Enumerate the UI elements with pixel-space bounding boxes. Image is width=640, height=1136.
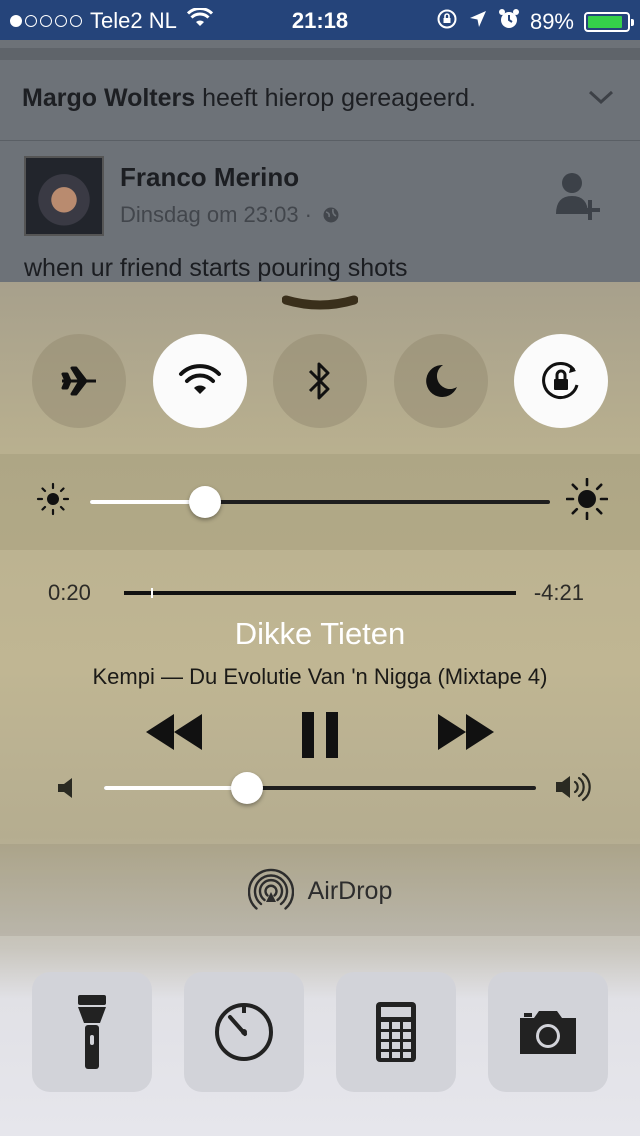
reaction-notice: Margo Wolters heeft hierop gereageerd. bbox=[22, 84, 476, 113]
rotation-lock-icon bbox=[542, 362, 579, 399]
song-title: Dikke Tieten bbox=[234, 616, 406, 651]
calculator-button[interactable] bbox=[336, 972, 456, 1092]
airdrop-icon bbox=[247, 868, 294, 910]
battery-percent: 89% bbox=[529, 9, 574, 34]
volume-high-icon bbox=[554, 772, 592, 807]
flashlight-button[interactable] bbox=[32, 972, 152, 1092]
brightness-knob[interactable] bbox=[189, 486, 221, 518]
battery-icon bbox=[584, 12, 634, 32]
airdrop-button[interactable]: AirDrop bbox=[0, 868, 640, 914]
quick-toggles bbox=[32, 334, 608, 428]
pause-icon bbox=[302, 712, 338, 758]
volume-knob[interactable] bbox=[230, 772, 263, 804]
globe-icon bbox=[323, 207, 339, 223]
artist-album: Kempi — Du Evolutie Van 'n Nigga (Mixtap… bbox=[92, 664, 548, 689]
bluetooth-toggle[interactable] bbox=[273, 334, 367, 428]
post-author: Franco Merino bbox=[120, 162, 300, 192]
calculator-icon bbox=[376, 1002, 416, 1062]
brightness-high-icon bbox=[565, 477, 609, 525]
notice-text: heeft hierop gereageerd. bbox=[202, 84, 476, 112]
add-friend-icon bbox=[554, 170, 602, 227]
alarm-icon bbox=[498, 8, 520, 36]
dismiss-grabber[interactable] bbox=[281, 294, 359, 319]
notice-name: Margo Wolters bbox=[22, 84, 196, 112]
rotation-lock-status-icon bbox=[436, 8, 458, 36]
timer-icon bbox=[215, 1003, 273, 1061]
volume-fill bbox=[104, 786, 247, 790]
do-not-disturb-toggle[interactable] bbox=[393, 334, 488, 428]
rotation-lock-toggle[interactable] bbox=[514, 334, 608, 428]
avatar bbox=[24, 156, 104, 236]
moon-icon bbox=[425, 364, 457, 397]
battery-fill bbox=[588, 16, 622, 28]
volume-slider[interactable] bbox=[104, 772, 536, 804]
pause-button[interactable] bbox=[300, 712, 340, 763]
fast-forward-button[interactable] bbox=[438, 712, 494, 757]
bluetooth-icon bbox=[308, 362, 330, 400]
airplane-icon bbox=[61, 366, 96, 396]
status-bar: Tele2 NL 21:18 89% bbox=[0, 0, 640, 40]
playback-scrubber[interactable] bbox=[124, 588, 516, 598]
playback-progress bbox=[124, 591, 152, 595]
divider bbox=[0, 140, 640, 141]
timer-button[interactable] bbox=[184, 972, 304, 1092]
post-time: Dinsdag om 23:03 · bbox=[120, 202, 340, 228]
airdrop-label: AirDrop bbox=[307, 876, 393, 905]
feed-top-bar bbox=[0, 48, 640, 60]
location-icon bbox=[468, 9, 488, 35]
post-text: when ur friend starts pouring shots bbox=[24, 254, 408, 282]
facebook-feed-background: Margo Wolters heeft hierop gereageerd. F… bbox=[0, 40, 640, 290]
airplane-mode-toggle[interactable] bbox=[32, 334, 126, 428]
camera-button[interactable] bbox=[488, 972, 608, 1092]
control-center: 0:20 -4:21 Dikke Tieten Kempi — Du Evolu… bbox=[0, 282, 640, 1136]
post-time-text: Dinsdag om 23:03 · bbox=[120, 202, 312, 227]
rewind-button[interactable] bbox=[146, 712, 202, 757]
chevron-down-icon bbox=[588, 90, 614, 111]
playhead[interactable] bbox=[151, 588, 154, 598]
rewind-icon bbox=[146, 714, 202, 750]
flashlight-icon bbox=[78, 995, 106, 1069]
elapsed-time: 0:20 bbox=[48, 580, 91, 605]
remaining-time: -4:21 bbox=[533, 580, 584, 605]
fast-forward-icon bbox=[438, 714, 494, 750]
brightness-slider[interactable] bbox=[90, 486, 550, 518]
brightness-fill bbox=[90, 500, 205, 504]
brightness-low-icon bbox=[36, 482, 70, 521]
camera-icon bbox=[520, 1011, 576, 1054]
status-right: 89% bbox=[436, 8, 634, 36]
volume-low-icon bbox=[56, 776, 76, 805]
shortcut-row bbox=[32, 972, 608, 1092]
wifi-icon bbox=[178, 364, 221, 394]
wifi-toggle[interactable] bbox=[152, 334, 247, 428]
